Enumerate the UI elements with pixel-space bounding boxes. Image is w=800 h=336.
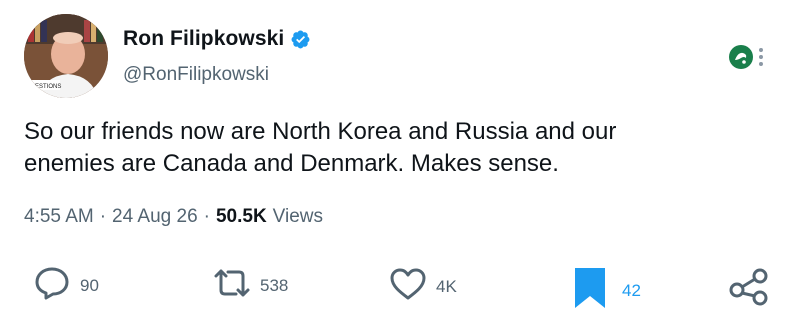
reply-button[interactable]: 90 xyxy=(34,266,99,305)
verified-badge-icon xyxy=(290,29,311,50)
share-button[interactable] xyxy=(728,266,770,311)
display-name[interactable]: Ron Filipkowski xyxy=(123,27,284,51)
views-count: 50.5K xyxy=(215,206,267,227)
bookmark-icon xyxy=(572,266,608,315)
bookmark-button[interactable]: 42 xyxy=(572,266,641,315)
views-label: Views xyxy=(272,206,324,227)
repost-icon xyxy=(210,266,254,305)
grok-icon[interactable] xyxy=(728,44,754,70)
meta-separator: · xyxy=(203,206,210,227)
tweet-text: So our friends now are North Korea and R… xyxy=(24,116,764,180)
tweet-date[interactable]: 24 Aug 26 xyxy=(112,206,198,228)
tweet-text-line: enemies are Canada and Denmark. Makes se… xyxy=(24,150,559,177)
reply-icon xyxy=(34,266,70,305)
more-options-icon[interactable] xyxy=(758,46,764,68)
reply-count: 90 xyxy=(80,275,99,295)
tweet-meta: 4:55 AM · 24 Aug 26 · 50.5K Views xyxy=(24,206,323,228)
meta-separator: · xyxy=(99,206,107,227)
share-icon xyxy=(728,266,770,311)
avatar-image: QUESTIONS xyxy=(24,14,108,98)
repost-count: 538 xyxy=(260,275,289,295)
like-count: 4K xyxy=(436,276,457,296)
tweet-time[interactable]: 4:55 AM xyxy=(24,206,94,228)
author-name-row[interactable]: Ron Filipkowski xyxy=(123,27,311,51)
repost-button[interactable]: 538 xyxy=(210,266,288,305)
like-button[interactable]: 4K xyxy=(388,266,457,307)
heart-icon xyxy=(388,266,428,307)
top-right-controls xyxy=(728,44,764,70)
bookmark-count: 42 xyxy=(622,280,641,300)
tweet-text-line: So our friends now are North Korea and R… xyxy=(24,118,617,145)
avatar[interactable]: QUESTIONS xyxy=(24,14,108,98)
author-handle[interactable]: @RonFilipkowski xyxy=(123,64,269,86)
avatar-caption: QUESTIONS xyxy=(26,84,61,90)
